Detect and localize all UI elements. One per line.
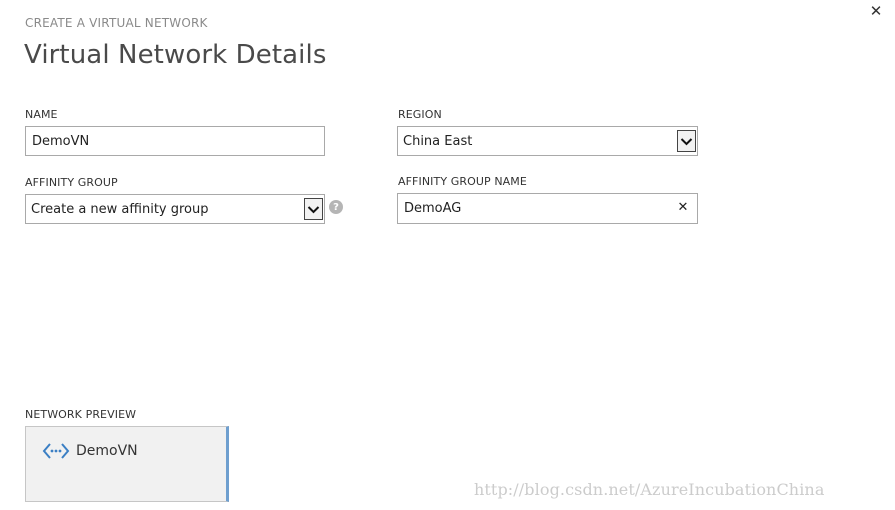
affinity-group-name-input[interactable]: [397, 193, 698, 224]
close-icon: ✕: [869, 1, 883, 20]
affinity-group-label: AFFINITY GROUP: [25, 176, 118, 189]
virtual-network-icon: [42, 441, 70, 461]
network-preview-label: NETWORK PREVIEW: [25, 408, 137, 421]
watermark: http://blog.csdn.net/AzureIncubationChin…: [474, 480, 825, 499]
region-select-value: China East: [403, 133, 473, 149]
clear-icon[interactable]: ✕: [675, 199, 691, 215]
help-icon[interactable]: ?: [329, 200, 343, 214]
chevron-down-icon[interactable]: [677, 130, 696, 152]
affinity-group-select-value: Create a new affinity group: [31, 201, 209, 217]
chevron-down-icon[interactable]: [304, 198, 323, 220]
wizard-step-label: CREATE A VIRTUAL NETWORK: [25, 16, 208, 30]
region-label: REGION: [398, 108, 442, 121]
name-label: NAME: [25, 108, 58, 121]
page-title: Virtual Network Details: [24, 40, 327, 70]
region-select[interactable]: China East: [397, 126, 698, 156]
network-preview-card: DemoVN: [25, 426, 229, 502]
close-button[interactable]: ✕: [867, 2, 885, 20]
network-preview-name: DemoVN: [76, 443, 138, 459]
affinity-group-name-label: AFFINITY GROUP NAME: [398, 175, 527, 188]
name-input[interactable]: [25, 126, 325, 156]
affinity-group-select[interactable]: Create a new affinity group: [25, 194, 325, 224]
